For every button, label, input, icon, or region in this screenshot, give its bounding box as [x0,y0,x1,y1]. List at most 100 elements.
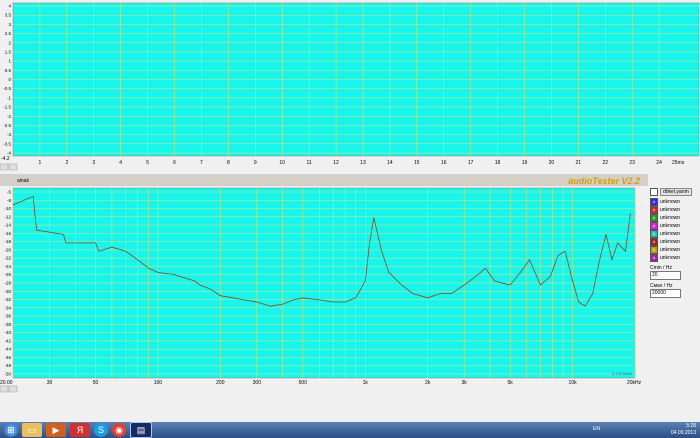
upper-y-bottom-label: -4.2 [1,156,10,162]
legend-header-button[interactable]: dökel.yarım [660,188,692,196]
upper-x-tick: 5 [146,160,149,166]
yandex-taskbar-button[interactable]: Я [70,423,90,437]
lower-x-tick: 300 [253,380,262,386]
legend-item-label: unknown [660,215,681,221]
upper-x-tick: 12 [333,160,339,166]
upper-x-tick: 22 [602,160,608,166]
lower-y-tick: -10 [4,206,11,211]
upper-x-tick: 23 [629,160,635,166]
channel-color-swatch[interactable]: A [650,254,658,262]
channel-color-swatch[interactable]: A [650,214,658,222]
upper-x-tick: 11 [307,160,312,166]
upper-y-tick: -4 [7,151,11,156]
upper-y-tick: -2 [7,114,11,119]
lower-y-tick: -20 [4,247,11,252]
clock[interactable]: 5:28 04.09.2013 [671,423,696,437]
upper-y-tick: -1 [7,95,11,100]
lower-y-tick: -38 [4,322,11,327]
lower-x-tick: 200 [216,380,225,386]
upper-x-tick: 16 [441,160,447,166]
upper-x-tick: 3 [92,160,95,166]
upper-x-tick: 18 [495,160,501,166]
lower-x-tick: 100 [154,380,163,386]
explorer-taskbar-button[interactable]: ▭ [22,423,42,437]
audiotester-taskbar-button[interactable]: ▤ [130,422,152,438]
channel-color-swatch[interactable]: A [650,230,658,238]
upper-y-tick: 1.5 [5,49,12,54]
upper-y-tick: -3.5 [3,141,11,146]
channel-color-swatch[interactable]: A [650,238,658,246]
legend-item-label: unknown [660,199,681,205]
lower-y-tick: -30 [4,289,11,294]
channel-color-swatch[interactable]: A [650,206,658,214]
upper-x-tick: 7 [200,160,203,166]
lower-y-tick: -44 [4,347,11,352]
legend-item[interactable]: Aunknown [650,238,698,246]
skype-taskbar-button[interactable]: S [94,423,108,437]
lower-x-start: 20.00 [0,380,13,386]
upper-x-tick: 20 [549,160,555,166]
label-strip [0,174,648,186]
lower-y-tick: -42 [4,338,11,343]
fmin-input[interactable]: 20 [650,271,681,280]
upper-x-tick: 1 [39,160,42,166]
app-title: audioTester V2.2 [568,176,640,186]
upper-y-tick: -3 [7,132,11,137]
upper-x-tick: 14 [387,160,393,166]
folder-icon: ▭ [27,424,37,435]
upper-x-tick: 10 [279,160,285,166]
media-player-taskbar-button[interactable]: ▶ [46,423,66,437]
lower-y-tick: -34 [4,305,11,310]
lower-y-tick: -16 [4,231,11,236]
channel-color-swatch[interactable]: A [650,198,658,206]
upper-x-tick: 15 [414,160,420,166]
skype-icon: S [97,425,104,435]
legend-item-label: unknown [660,223,681,229]
upper-y-tick: 3.5 [5,13,12,18]
channel-color-swatch[interactable]: A [650,246,658,254]
lower-y-tick: -46 [4,355,11,360]
chrome-taskbar-button[interactable]: ◉ [112,423,126,437]
legend-item[interactable]: Aunknown [650,230,698,238]
legend-item[interactable]: Aunknown [650,206,698,214]
upper-x-tick: 24 [656,160,662,166]
legend-item[interactable]: Aunknown [650,222,698,230]
start-button[interactable]: ⊞ [4,423,18,437]
lower-y-tick: -22 [4,256,11,261]
upper-y-tick: -1.5 [3,105,11,110]
upper-y-tick: 0.5 [5,68,12,73]
legend-item-label: unknown [660,207,681,213]
legend-toggle[interactable] [650,188,658,196]
chrome-icon: ◉ [115,424,123,435]
lower-y-tick: -18 [4,239,11,244]
lower-y-tick: -26 [4,272,11,277]
lower-x-end: 20kHz [627,380,642,386]
lower-y-tick: -36 [4,314,11,319]
lower-y-tick: -8 [7,198,11,203]
upper-y-tick: 2.5 [5,31,12,36]
windows-icon: ⊞ [7,424,15,435]
lower-x-tick: 5k [508,380,514,386]
lower-y-tick: -14 [4,223,11,228]
yandex-icon: Я [76,425,84,435]
legend-item[interactable]: Aunknown [650,198,698,206]
legend-item-label: unknown [660,239,681,245]
legend-item[interactable]: Aunknown [650,254,698,262]
channel-color-swatch[interactable]: A [650,222,658,230]
clock-time: 5:28 [686,423,696,429]
upper-x-tick: 4 [119,160,122,166]
clock-date: 04.09.2013 [670,430,696,436]
legend-item-label: unknown [660,247,681,253]
language-indicator[interactable]: EN [593,426,600,432]
audio-tester-window: 43.532.521.510.50-0.5-1-1.5-2-2.5-3-3.5-… [0,0,700,422]
upper-x-tick: 21 [576,160,582,166]
lower-x-tick: 1k [363,380,369,386]
lower-x-tick: 2k [425,380,431,386]
lower-y-tick: -12 [4,214,11,219]
legend-item[interactable]: Aunknown [650,214,698,222]
lower-x-tick: 30 [47,380,53,386]
lower-x-tick: 3k [462,380,468,386]
fmax-input[interactable]: 20000 [650,289,681,298]
upper-x-tick: 2 [65,160,68,166]
legend-item[interactable]: Aunknown [650,246,698,254]
